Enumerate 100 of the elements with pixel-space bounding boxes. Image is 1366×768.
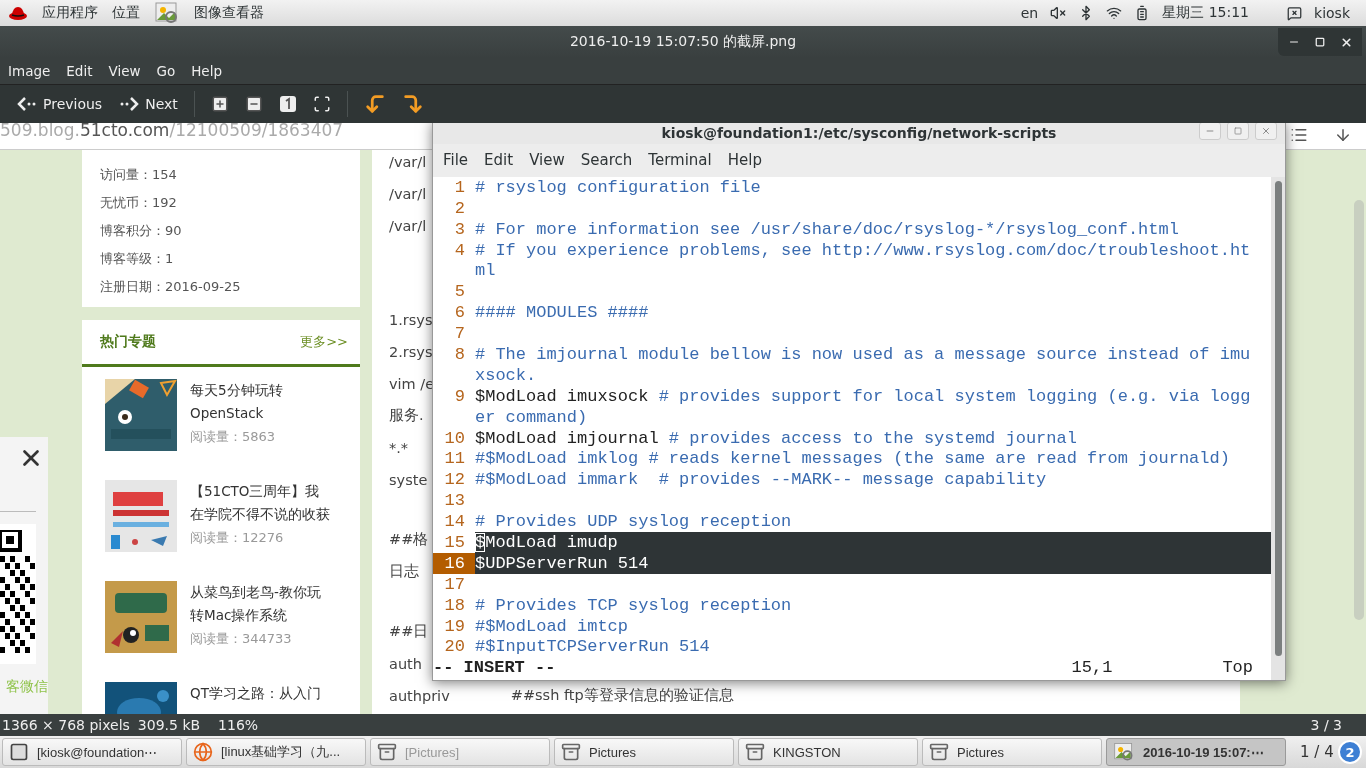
zoom-out-icon xyxy=(244,94,263,113)
actual-size-icon xyxy=(278,94,297,113)
article-text: /var/l xyxy=(389,217,427,234)
arrow-left-icon xyxy=(16,95,38,112)
line-number: 19 xyxy=(443,615,466,637)
more-link[interactable]: 更多>> xyxy=(300,332,348,351)
fit-icon xyxy=(312,94,331,113)
menu-item[interactable]: Edit xyxy=(476,151,522,170)
read-count: 阅读量：344733 xyxy=(190,629,293,648)
file-size: 309.5 kB xyxy=(137,717,201,734)
article-text: 2.rsys xyxy=(389,343,433,360)
line-number: 6 xyxy=(453,302,466,324)
menu-item[interactable]: Help xyxy=(183,57,230,84)
user-icon[interactable] xyxy=(1287,5,1303,21)
image-viewer-icon xyxy=(1113,741,1135,763)
menu-item[interactable]: View xyxy=(100,57,149,84)
close-icon xyxy=(1339,35,1353,49)
line-number: 4 xyxy=(453,239,466,261)
line-number: 5 xyxy=(453,281,466,303)
close-icon xyxy=(1261,125,1271,136)
topic-link[interactable]: 【51CTO三周年】我在学院不得不说的收获 xyxy=(190,479,330,526)
toolbar-button[interactable]: Previous xyxy=(10,88,109,119)
taskbar-button[interactable]: Pictures xyxy=(554,738,734,766)
article-text: syste xyxy=(389,471,428,488)
url-text: 509.blog.51cto.com/12100509/1863407 xyxy=(0,122,344,140)
vim-mode: -- INSERT -- xyxy=(433,657,556,677)
notification-badge[interactable]: 2 xyxy=(1338,740,1362,764)
code-line: xsock. xyxy=(475,364,538,386)
article-text: 服务. xyxy=(389,406,424,426)
line-number: 16 xyxy=(433,552,475,574)
article-text: authpriv xyxy=(389,687,450,704)
code-line: # rsyslog configuration file xyxy=(475,176,762,198)
code-line: $ModLoad imjournal # provides access to the systemd journal xyxy=(475,427,1078,449)
window-title: 2016-10-19 15:07:50 的截屏.png xyxy=(569,32,797,51)
taskbar-button[interactable]: 2016-10-19 15:07:⋯ xyxy=(1106,738,1286,766)
code-line: $ModLoad imuxsock # provides support for local system logging (e.g. via logg xyxy=(475,385,1252,407)
article-text: ##日 xyxy=(389,622,429,642)
zoom-in-icon xyxy=(210,94,229,113)
menu-item[interactable]: View xyxy=(521,151,573,170)
article-text: ##格 xyxy=(389,530,429,550)
qr-caption: 客微信 xyxy=(6,677,48,696)
taskbar-button[interactable]: [kiosk@foundation⋯ xyxy=(2,738,182,766)
line-number: 10 xyxy=(443,427,466,449)
rotate-right-icon xyxy=(401,92,424,115)
line-number: 11 xyxy=(443,448,466,470)
article-text: auth xyxy=(389,655,422,672)
menu-item[interactable]: Search xyxy=(572,151,641,170)
taskbar-button[interactable]: Pictures xyxy=(922,738,1102,766)
article-note: ##ssh ftp等登录信息的验证信息 xyxy=(510,686,734,706)
menu-item[interactable]: Terminal xyxy=(640,151,720,170)
topic-link[interactable]: 从菜鸟到老鸟-教你玩转Mac操作系统 xyxy=(190,580,330,627)
wifi-icon[interactable] xyxy=(1106,5,1123,21)
volume-muted-icon[interactable] xyxy=(1050,5,1067,21)
code-line: # If you experience problems, see http://www.rsyslog.com/doc/troubleshoot.ht xyxy=(475,239,1252,261)
stat-text: 无忧币：192 xyxy=(100,193,178,212)
keyboard-layout[interactable]: en xyxy=(1020,5,1039,21)
article-text: 1.rsys xyxy=(389,311,433,328)
drawer-icon xyxy=(745,742,765,762)
menu-item[interactable]: Go xyxy=(148,57,184,84)
menu-item[interactable]: Help xyxy=(719,151,770,170)
globe-icon xyxy=(193,742,213,762)
code-line: # Provides UDP syslog reception xyxy=(475,511,793,533)
code-line: #$InputTCPServerRun 514 xyxy=(475,636,711,658)
app-name[interactable]: 图像查看器 xyxy=(194,4,264,22)
line-number: 12 xyxy=(443,469,466,491)
article-text: /var/l xyxy=(389,185,427,202)
stat-text: 博客积分：90 xyxy=(100,221,183,240)
applications-menu[interactable]: 应用程序 xyxy=(42,4,98,22)
scroll-position: Top xyxy=(1222,657,1253,677)
image-viewer-icon xyxy=(154,0,180,26)
line-number: 8 xyxy=(453,344,466,365)
user-menu[interactable]: kiosk xyxy=(1314,5,1350,21)
menu-item[interactable]: Edit xyxy=(58,57,101,84)
image-dimensions: 1366 × 768 pixels xyxy=(2,717,130,734)
code-line: ml xyxy=(475,260,497,282)
line-number: 13 xyxy=(443,490,466,512)
code-line: #$ModLoad imklog # reads kernel messages (the same are read from journald) xyxy=(475,448,1231,470)
taskbar-button[interactable]: KINGSTON xyxy=(738,738,918,766)
menu-item[interactable]: File xyxy=(435,151,477,170)
drawer-icon xyxy=(929,742,949,762)
line-number: 9 xyxy=(453,385,466,407)
toolbar-button[interactable]: Next xyxy=(112,88,184,119)
article-text: /var/l xyxy=(389,153,427,170)
topic-link[interactable]: 每天5分钟玩转OpenStack xyxy=(190,378,330,425)
line-number: 7 xyxy=(453,323,466,345)
stat-text: 博客等级：1 xyxy=(100,249,175,268)
menu-item[interactable]: Image xyxy=(0,57,59,84)
topic-link[interactable]: QT学习之路：从入门 xyxy=(190,681,330,705)
cursor-position: 15,1 xyxy=(1071,657,1113,677)
taskbar-button[interactable]: [linux基础学习（九... xyxy=(186,738,366,766)
clock[interactable]: 星期三 15:11 xyxy=(1162,4,1250,22)
image-position: 3 / 3 xyxy=(1310,717,1342,734)
code-line: # The imjournal module bellow is now used as a message source instead of imu xyxy=(475,344,1252,365)
article-text: *.* xyxy=(389,439,409,456)
workspace-indicator[interactable]: 1 / 4 xyxy=(1300,743,1334,761)
maximize-icon xyxy=(1315,37,1325,47)
code-line: #### MODULES #### xyxy=(475,302,650,324)
hat-icon xyxy=(8,5,28,21)
places-menu[interactable]: 位置 xyxy=(112,4,140,22)
line-number: 2 xyxy=(453,197,466,219)
